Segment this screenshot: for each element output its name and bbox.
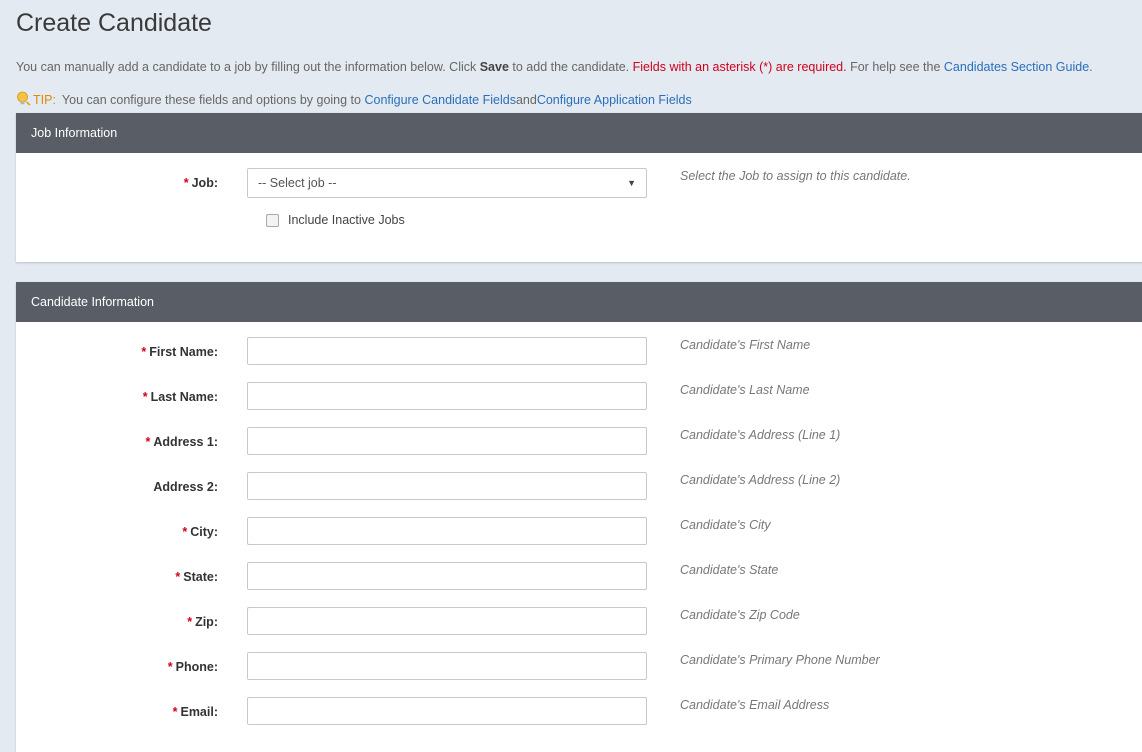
email-label-text: Email: [180, 705, 218, 719]
configure-candidate-fields-link[interactable]: Configure Candidate Fields [364, 93, 515, 107]
address-1-hint: Candidate's Address (Line 1) [680, 428, 841, 442]
zip-row: * Zip: Candidate's Zip Code [16, 607, 1142, 637]
required-asterisk: * [187, 615, 193, 629]
intro-help-prefix: For help see the [846, 60, 944, 74]
state-row: * State: Candidate's State [16, 562, 1142, 592]
job-information-heading: Job Information [16, 113, 1142, 153]
lightbulb-icon [16, 91, 31, 106]
state-label: * State: [175, 570, 218, 584]
include-inactive-jobs-checkbox[interactable] [266, 213, 279, 227]
email-row: * Email: Candidate's Email Address [16, 697, 1142, 727]
include-inactive-jobs-option[interactable]: Include Inactive Jobs [266, 213, 405, 227]
address-2-hint: Candidate's Address (Line 2) [680, 473, 841, 487]
phone-label: * Phone: [168, 660, 218, 674]
page-title: Create Candidate [16, 9, 212, 37]
first-name-hint: Candidate's First Name [680, 338, 811, 352]
create-candidate-page: Create Candidate You can manually add a … [0, 0, 1142, 752]
tip-label: TIP: [33, 92, 56, 107]
last-name-row: * Last Name: Candidate's Last Name [16, 382, 1142, 412]
email-label: * Email: [173, 705, 218, 719]
job-label-text: Job: [191, 176, 218, 190]
intro-text-mid: to add the candidate. [508, 60, 633, 74]
address-2-label: Address 2: [153, 480, 218, 494]
last-name-label-text: Last Name: [150, 390, 218, 404]
first-name-input[interactable] [247, 337, 647, 365]
first-name-label: * First Name: [141, 345, 218, 359]
address-1-label-text: Address 1: [153, 435, 218, 449]
zip-label-text: Zip: [195, 615, 218, 629]
phone-label-text: Phone: [175, 660, 218, 674]
required-asterisk: * [172, 705, 178, 719]
city-hint: Candidate's City [680, 518, 771, 532]
candidate-information-panel: Candidate Information * First Name: Candi… [16, 282, 1142, 752]
state-input[interactable] [247, 562, 647, 590]
job-label: * Job: [184, 176, 218, 190]
phone-row: * Phone: Candidate's Primary Phone Number [16, 652, 1142, 682]
required-asterisk: * [145, 435, 151, 449]
city-label-text: City: [190, 525, 218, 539]
state-hint: Candidate's State [680, 563, 779, 577]
required-asterisk: * [183, 176, 189, 190]
intro-save-word: Save [479, 60, 509, 74]
zip-input[interactable] [247, 607, 647, 635]
state-label-text: State: [183, 570, 218, 584]
city-label: * City: [182, 525, 218, 539]
last-name-label: * Last Name: [143, 390, 218, 404]
include-inactive-jobs-label: Include Inactive Jobs [288, 213, 405, 227]
email-hint: Candidate's Email Address [680, 698, 830, 712]
configure-application-fields-link[interactable]: Configure Application Fields [537, 93, 692, 107]
address-1-label: * Address 1: [146, 435, 218, 449]
candidate-information-heading: Candidate Information [16, 282, 1142, 322]
caret-down-icon: ▼ [627, 178, 636, 188]
candidates-section-guide-link[interactable]: Candidates Section Guide [944, 60, 1089, 74]
tip-line: TIP: You can configure these fields and … [16, 91, 692, 107]
address-2-label-text: Address 2: [153, 480, 218, 494]
required-asterisk: * [141, 345, 147, 359]
address-2-input[interactable] [247, 472, 647, 500]
job-select[interactable]: -- Select job -- ▼ [247, 168, 647, 198]
tip-and: and [515, 92, 537, 107]
required-asterisk: * [167, 660, 173, 674]
email-input[interactable] [247, 697, 647, 725]
phone-hint: Candidate's Primary Phone Number [680, 653, 880, 667]
job-select-value: -- Select job -- [258, 176, 337, 190]
last-name-input[interactable] [247, 382, 647, 410]
job-hint: Select the Job to assign to this candida… [680, 169, 911, 183]
required-asterisk: * [182, 525, 188, 539]
required-asterisk: * [142, 390, 148, 404]
first-name-row: * First Name: Candidate's First Name [16, 337, 1142, 367]
city-input[interactable] [247, 517, 647, 545]
zip-hint: Candidate's Zip Code [680, 608, 800, 622]
address-2-row: Address 2: Candidate's Address (Line 2) [16, 472, 1142, 502]
zip-label: * Zip: [187, 615, 218, 629]
intro-text-start: You can manually add a candidate to a jo… [16, 60, 480, 74]
city-row: * City: Candidate's City [16, 517, 1142, 547]
phone-input[interactable] [247, 652, 647, 680]
address-1-row: * Address 1: Candidate's Address (Line 1) [16, 427, 1142, 457]
intro-text: You can manually add a candidate to a jo… [16, 60, 1093, 74]
address-1-input[interactable] [247, 427, 647, 455]
job-information-panel: Job Information * Job: -- Select job -- ▼… [16, 113, 1142, 262]
last-name-hint: Candidate's Last Name [680, 383, 810, 397]
required-asterisk: * [175, 570, 181, 584]
job-row: * Job: -- Select job -- ▼ Select the Job … [16, 168, 1142, 198]
first-name-label-text: First Name: [149, 345, 218, 359]
intro-help-suffix: . [1089, 60, 1093, 74]
required-note: Fields with an asterisk (*) are required… [632, 60, 847, 74]
tip-text: You can configure these fields and optio… [61, 92, 361, 107]
